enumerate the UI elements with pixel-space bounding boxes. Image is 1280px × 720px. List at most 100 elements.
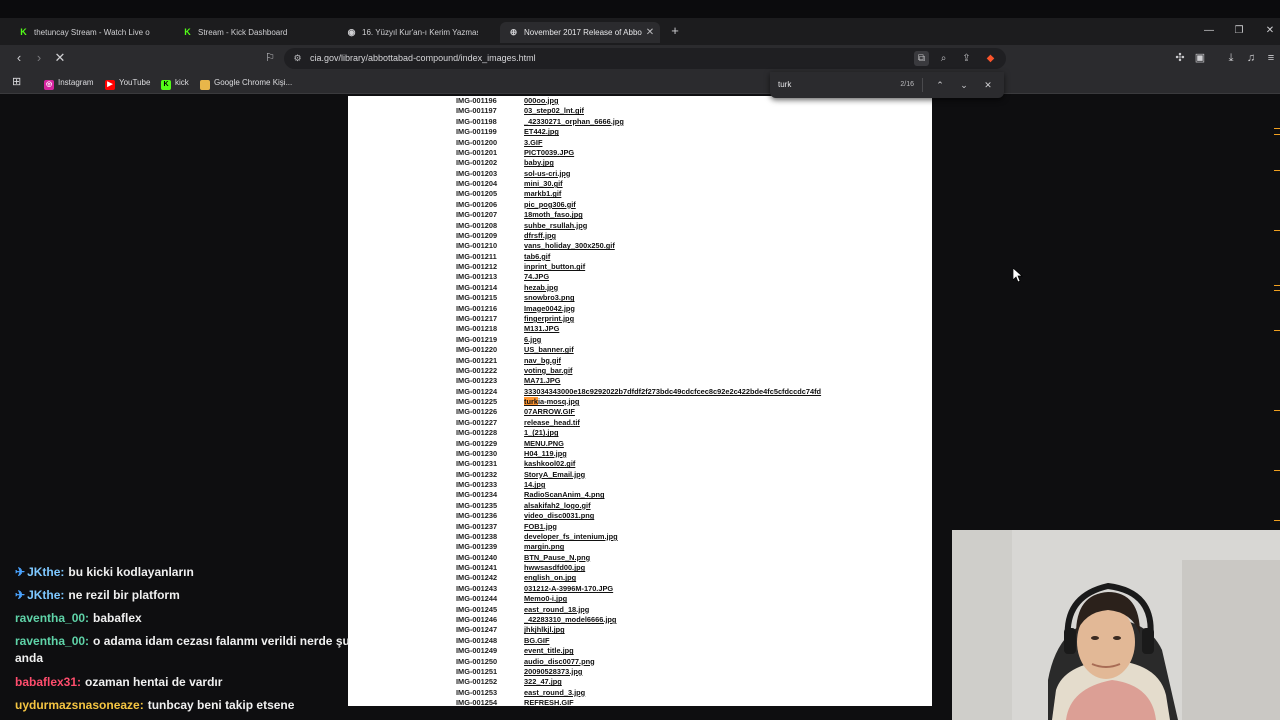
bookmark-icon[interactable]: ⚐: [261, 49, 279, 67]
chat-username[interactable]: raventha_00: [15, 634, 85, 648]
image-file-link[interactable]: REFRESH.GIF: [524, 698, 574, 706]
image-file-link[interactable]: Memo0-i.jpg: [524, 594, 567, 604]
image-file-link[interactable]: PICT0039.JPG: [524, 148, 574, 158]
image-file-link[interactable]: inprint_button.gif: [524, 262, 585, 272]
image-file-link[interactable]: 333034343000e18c9292022b7dfdf2f273bdc49c…: [524, 387, 821, 397]
image-file-link[interactable]: margin.png: [524, 542, 564, 552]
image-file-link[interactable]: markb1.gif: [524, 189, 561, 199]
image-file-link[interactable]: east_round_3.jpg: [524, 688, 585, 698]
image-file-link[interactable]: kashkool02.gif: [524, 459, 575, 469]
search-icon[interactable]: ⌕: [936, 51, 951, 66]
image-file-link[interactable]: 07ARROW.GIF: [524, 407, 575, 417]
bookmark-folder[interactable]: ■ Google Chrome Kişi...: [200, 75, 292, 90]
image-file-link[interactable]: sol-us-cri.jpg: [524, 169, 570, 179]
image-file-link[interactable]: hezab.jpg: [524, 283, 558, 293]
image-file-link[interactable]: event_title.jpg: [524, 646, 574, 656]
image-file-link[interactable]: BTN_Pause_N.png: [524, 553, 590, 563]
new-tab-button[interactable]: +: [668, 22, 682, 40]
image-file-link[interactable]: fingerprint.jpg: [524, 314, 574, 324]
find-input[interactable]: turk: [778, 78, 888, 92]
chat-username[interactable]: uydurmazsnasoneaze: [15, 698, 140, 712]
image-file-link[interactable]: hwwsasdfd00.jpg: [524, 563, 585, 573]
tab-github[interactable]: ◉ 16. Yüzyıl Kur'an-ı Kerim Yazması - Gi…: [338, 22, 496, 43]
image-file-link[interactable]: tab6.gif: [524, 252, 550, 262]
image-file-link[interactable]: vans_holiday_300x250.gif: [524, 241, 615, 251]
image-file-link[interactable]: east_round_18.jpg: [524, 605, 589, 615]
image-file-link[interactable]: english_on.jpg: [524, 573, 576, 583]
image-file-link[interactable]: FOB1.jpg: [524, 522, 557, 532]
image-file-link[interactable]: H04_119.jpg: [524, 449, 567, 459]
url-text[interactable]: cia.gov/library/abbottabad-compound/inde…: [310, 48, 536, 69]
tab-kick-stream[interactable]: K thetuncay Stream - Watch Live on Kick: [10, 22, 168, 43]
apps-grid-icon[interactable]: ⊞: [12, 75, 21, 90]
extensions-icon[interactable]: ✣: [1172, 50, 1188, 66]
close-window-icon[interactable]: ✕: [1262, 22, 1278, 40]
translate-icon[interactable]: ⧉: [914, 51, 929, 66]
close-tab-icon[interactable]: ✕: [644, 22, 656, 43]
image-file-link[interactable]: MA71.JPG: [524, 376, 561, 386]
image-file-link[interactable]: ET442.jpg: [524, 127, 559, 137]
image-file-link[interactable]: MENU.PNG: [524, 439, 564, 449]
bookmark-kick[interactable]: Kkick: [161, 75, 189, 90]
download-icon[interactable]: ⤓: [1223, 50, 1239, 66]
media-icon[interactable]: ♫: [1243, 50, 1259, 66]
bookmark-instagram[interactable]: ◎ Instagram: [44, 75, 94, 90]
chat-username[interactable]: babaflex31: [15, 675, 77, 689]
image-file-link[interactable]: audio_disc0077.png: [524, 657, 595, 667]
image-file-link[interactable]: RadioScanAnim_4.png: [524, 490, 605, 500]
forward-arrow-icon[interactable]: ›: [30, 49, 48, 67]
tab-kick-dashboard[interactable]: K Stream - Kick Dashboard: [174, 22, 332, 43]
image-file-link[interactable]: developer_fs_intenium.jpg: [524, 532, 618, 542]
image-file-link[interactable]: 3.GIF: [524, 138, 542, 148]
image-file-link[interactable]: US_banner.gif: [524, 345, 574, 355]
tab-abbottabad[interactable]: ⊕ November 2017 Release of Abbottabad Co…: [500, 22, 660, 43]
image-file-link[interactable]: Image0042.jpg: [524, 304, 575, 314]
close-find-icon[interactable]: ✕: [981, 78, 995, 92]
image-file-link[interactable]: 1_(21).jpg: [524, 428, 559, 438]
image-file-link[interactable]: 031212-A-3996M-170.JPG: [524, 584, 613, 594]
brave-shield-icon[interactable]: ◆: [983, 51, 998, 66]
image-file-link[interactable]: 14.jpg: [524, 480, 545, 490]
image-file-link[interactable]: 74.JPG: [524, 272, 549, 282]
sidebar-icon[interactable]: ▣: [1192, 50, 1208, 66]
image-file-link[interactable]: 000oo.jpg: [524, 96, 559, 106]
image-file-link[interactable]: 322_47.jpg: [524, 677, 562, 687]
image-file-link[interactable]: nav_bg.gif: [524, 356, 561, 366]
stop-loading-icon[interactable]: ✕: [51, 49, 69, 67]
image-file-link[interactable]: 18moth_faso.jpg: [524, 210, 583, 220]
image-file-link[interactable]: M131.JPG: [524, 324, 559, 334]
image-file-link[interactable]: alsakifah2_logo.gif: [524, 501, 591, 511]
share-icon[interactable]: ⇪: [959, 51, 974, 66]
chat-username[interactable]: raventha_00: [15, 611, 85, 625]
image-file-link[interactable]: 20090528373.jpg: [524, 667, 582, 677]
table-row: IMG-001241 hwwsasdfd00.jpg: [348, 563, 932, 573]
site-info-icon[interactable]: ⚙: [292, 53, 303, 64]
image-file-link[interactable]: 6.jpg: [524, 335, 541, 345]
image-file-link[interactable]: baby.jpg: [524, 158, 554, 168]
image-file-link[interactable]: BG.GIF: [524, 636, 549, 646]
image-file-link[interactable]: 03_step02_lnt.gif: [524, 106, 584, 116]
image-file-link[interactable]: StoryA_Email.jpg: [524, 470, 585, 480]
image-file-link[interactable]: turkia-mosq.jpg: [524, 397, 579, 407]
chat-username[interactable]: JKthe: [27, 588, 60, 602]
image-file-link[interactable]: snowbro3.png: [524, 293, 575, 303]
chat-username[interactable]: JKthe: [27, 565, 60, 579]
image-file-link[interactable]: mini_30.gif: [524, 179, 563, 189]
address-bar[interactable]: ⚙ cia.gov/library/abbottabad-compound/in…: [284, 48, 1006, 69]
menu-icon[interactable]: ≡: [1263, 50, 1279, 66]
image-file-link[interactable]: dfrsff.jpg: [524, 231, 556, 241]
image-file-link[interactable]: jhkjhlkjl.jpg: [524, 625, 565, 635]
minimize-icon[interactable]: —: [1201, 22, 1217, 40]
restore-icon[interactable]: ❐: [1231, 22, 1247, 40]
chevron-down-icon[interactable]: ⌄: [957, 78, 971, 92]
image-file-link[interactable]: voting_bar.gif: [524, 366, 572, 376]
image-file-link[interactable]: _42330271_orphan_6666.jpg: [524, 117, 624, 127]
image-file-link[interactable]: video_disc0031.png: [524, 511, 594, 521]
image-file-link[interactable]: pic_pog306.gif: [524, 200, 576, 210]
image-file-link[interactable]: release_head.tif: [524, 418, 580, 428]
chevron-up-icon[interactable]: ⌃: [933, 78, 947, 92]
back-arrow-icon[interactable]: ‹: [10, 49, 28, 67]
image-file-link[interactable]: suhbe_rsullah.jpg: [524, 221, 587, 231]
image-file-link[interactable]: _42283310_model6666.jpg: [524, 615, 616, 625]
bookmark-youtube[interactable]: ▶ YouTube: [105, 75, 150, 90]
